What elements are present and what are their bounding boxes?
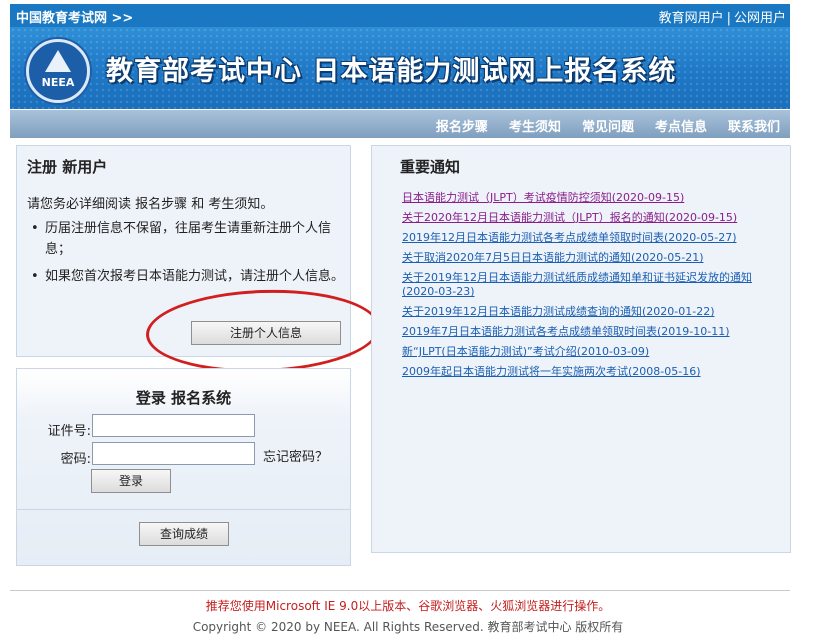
nav-item-contact[interactable]: 联系我们: [728, 116, 780, 135]
header-banner: NEEA 教育部考试中心 日本语能力测试网上报名系统: [10, 27, 790, 109]
notice-heading: 重要通知: [400, 158, 461, 176]
nav-item-sites[interactable]: 考点信息: [655, 116, 707, 135]
login-heading: 登录 报名系统: [135, 389, 232, 407]
user-type-switch: 教育网用户 | 公网用户: [659, 7, 786, 26]
page: 中国教育考试网 >> 教育网用户 | 公网用户 NEEA 教育部考试中心 日本语能力…: [0, 0, 816, 643]
notice-link[interactable]: 关于取消2020年7月5日日本语能力测试的通知(2020-05-21): [402, 251, 784, 265]
query-score-button[interactable]: 查询成绩: [139, 522, 229, 546]
top-bar: 中国教育考试网 >> 教育网用户 | 公网用户: [10, 4, 790, 27]
login-divider: [17, 509, 350, 510]
main-nav: 报名步骤 考生须知 常见问题 考点信息 联系我们: [10, 110, 790, 138]
logo-triangle-icon: [45, 50, 71, 72]
notice-link[interactable]: 2019年7月日本语能力测试各考点成绩单领取时间表(2019-10-11): [402, 325, 784, 339]
system-title: 教育部考试中心 日本语能力测试网上报名系统: [106, 56, 677, 87]
neea-logo: NEEA: [26, 39, 90, 103]
nav-item-steps[interactable]: 报名步骤: [436, 116, 488, 135]
copyright-text: Copyright © 2020 by NEEA. All Rights Res…: [192, 620, 624, 634]
nav-items: 报名步骤 考生须知 常见问题 考点信息 联系我们: [436, 116, 780, 135]
login-panel: 登录 报名系统 证件号: 密码: 忘记密码？ 登录 查询成绩: [16, 368, 351, 566]
nav-item-faq[interactable]: 常见问题: [582, 116, 634, 135]
notice-link[interactable]: 2019年12月日本语能力测试各考点成绩单领取时间表(2020-05-27): [402, 231, 784, 245]
notice-link[interactable]: 2009年起日本语能力测试将一年实施两次考试(2008-05-16): [402, 365, 784, 379]
forgot-password-link[interactable]: 忘记密码？: [263, 446, 328, 465]
public-user-link[interactable]: 公网用户: [734, 11, 786, 26]
edu-user-link[interactable]: 教育网用户: [659, 11, 724, 26]
password-label: 密码:: [60, 452, 91, 467]
notice-link[interactable]: 新“JLPT(日本语能力测试)”考试介绍(2010-03-09): [402, 345, 784, 359]
id-number-input[interactable]: [92, 414, 255, 437]
nav-item-notes[interactable]: 考生须知: [509, 116, 561, 135]
notice-panel: 重要通知 日本语能力测试（JLPT）考试疫情防控须知(2020-09-15) 关…: [371, 145, 791, 553]
notice-list: 日本语能力测试（JLPT）考试疫情防控须知(2020-09-15) 关于2020…: [402, 191, 784, 385]
notice-link[interactable]: 关于2019年12月日本语能力测试成绩查询的通知(2020-01-22): [402, 305, 784, 319]
register-intro: 请您务必详细阅读 报名步骤 和 考生须知。: [27, 197, 274, 212]
notice-link[interactable]: 关于2020年12月日本语能力测试（JLPT）报名的通知(2020-09-15): [402, 211, 784, 225]
register-note: 如果您首次报考日本语能力测试，请注册个人信息。: [27, 266, 345, 287]
password-input[interactable]: [92, 442, 255, 465]
neea-site-link[interactable]: 中国教育考试网 >>: [16, 7, 133, 26]
notice-link[interactable]: 日本语能力测试（JLPT）考试疫情防控须知(2020-09-15): [402, 191, 784, 205]
notice-link[interactable]: 关于2019年12月日本语能力测试纸质成绩通知单和证书延迟发放的通知(2020-…: [402, 271, 784, 299]
register-note: 历届注册信息不保留，往届考生请重新注册个人信息；: [27, 218, 345, 260]
register-heading: 注册 新用户: [27, 158, 108, 176]
logo-text: NEEA: [41, 76, 75, 89]
browser-recommendation: 推荐您使用Microsoft IE 9.0以上版本、谷歌浏览器、火狐浏览器进行操…: [205, 599, 611, 613]
id-number-label: 证件号:: [47, 424, 91, 439]
register-notes: 历届注册信息不保留，往届考生请重新注册个人信息； 如果您首次报考日本语能力测试，…: [27, 218, 345, 293]
footer-divider: [10, 590, 790, 591]
user-link-separator: |: [726, 11, 731, 26]
login-button[interactable]: 登录: [91, 469, 171, 493]
